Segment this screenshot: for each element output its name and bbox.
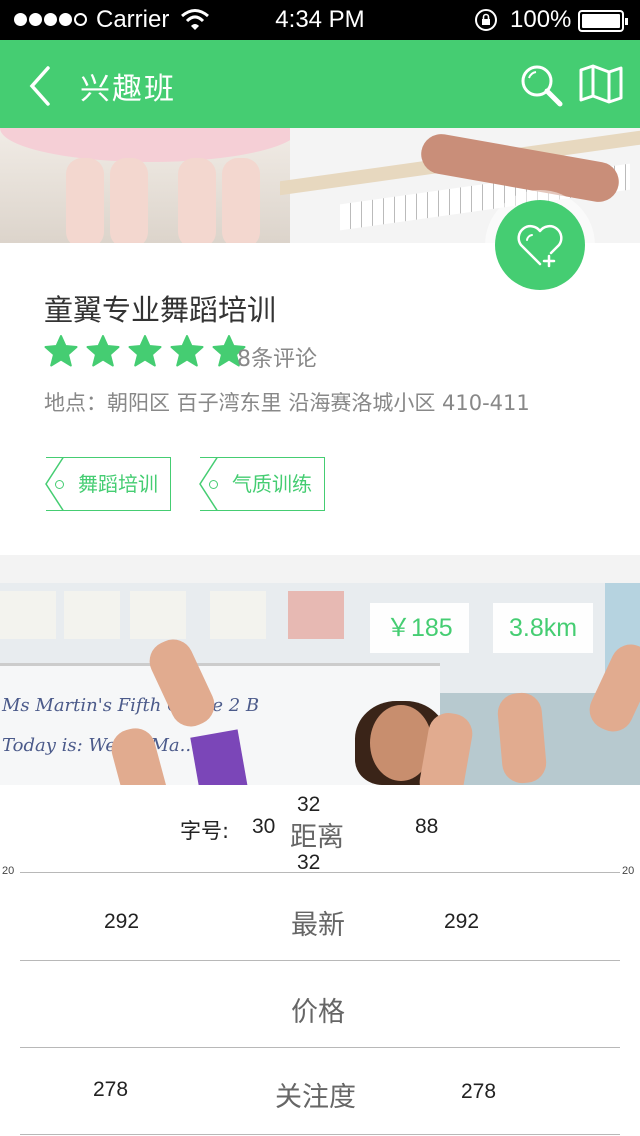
- tag-dance-training[interactable]: 舞蹈培训: [45, 457, 171, 511]
- option-right-number: 292: [444, 910, 480, 933]
- rotation-lock-icon: [475, 9, 497, 31]
- section-gap: [0, 555, 640, 583]
- review-count[interactable]: 8条评论: [237, 341, 317, 373]
- tag-label: 气质训练: [232, 472, 312, 496]
- listing-name: 童翼专业舞蹈培训: [44, 293, 277, 327]
- sort-option-newest[interactable]: 最新: [291, 903, 345, 942]
- distance-badge: 3.8km: [493, 603, 594, 653]
- chevron-left-icon[interactable]: [26, 64, 56, 108]
- divider: [20, 872, 620, 873]
- star-icon: [44, 335, 78, 367]
- sort-option-price[interactable]: 价格: [291, 990, 345, 1029]
- battery-percent: 100%: [510, 6, 572, 33]
- divider: [20, 1047, 620, 1048]
- option-left-number: 292: [104, 910, 140, 933]
- heart-plus-icon: [517, 224, 563, 268]
- add-favorite-button[interactable]: [495, 200, 585, 290]
- status-bar: Carrier 4:34 PM 100%: [0, 0, 640, 40]
- sort-option-distance[interactable]: 距离: [290, 815, 344, 854]
- font-size-value: 30: [252, 815, 276, 838]
- tag-label: 舞蹈培训: [78, 472, 158, 496]
- page-title: 兴趣班: [80, 72, 176, 107]
- option-right-number: 278: [461, 1080, 497, 1103]
- divider: [20, 960, 620, 961]
- search-icon[interactable]: [518, 62, 564, 108]
- star-rating: [44, 335, 249, 369]
- edge-value-left: 20: [2, 865, 15, 877]
- battery-icon: [578, 10, 628, 32]
- font-size-label: 字号:: [180, 819, 230, 843]
- divider: [20, 1134, 620, 1135]
- tag-temperament-training[interactable]: 气质训练: [199, 457, 325, 511]
- star-icon: [128, 335, 162, 367]
- sort-option-popularity[interactable]: 关注度: [275, 1075, 356, 1114]
- price-badge: ￥185: [370, 603, 469, 653]
- star-icon: [170, 335, 204, 367]
- font-size-above: 32: [297, 793, 321, 816]
- font-size-right: 88: [415, 815, 439, 838]
- edge-value-right: 20: [622, 865, 635, 877]
- second-listing-photo[interactable]: Ms Martin's Fifth Grade 2 B Today is: We…: [0, 583, 640, 785]
- listing-address: 地点：朝阳区 百子湾东里 沿海赛洛城小区 410-411: [44, 391, 530, 415]
- nav-bar: 兴趣班: [0, 40, 640, 128]
- board-text-line2: Today is: Wed... Ma...: [2, 735, 197, 756]
- board-text-line1: Ms Martin's Fifth Grade 2 B: [2, 695, 260, 716]
- star-icon: [86, 335, 120, 367]
- sort-picker: 字号: 30 32 32 88 距离 20 20 292 最新 292 价格 2…: [0, 785, 640, 1136]
- map-icon[interactable]: [578, 64, 624, 104]
- option-left-number: 278: [93, 1078, 129, 1101]
